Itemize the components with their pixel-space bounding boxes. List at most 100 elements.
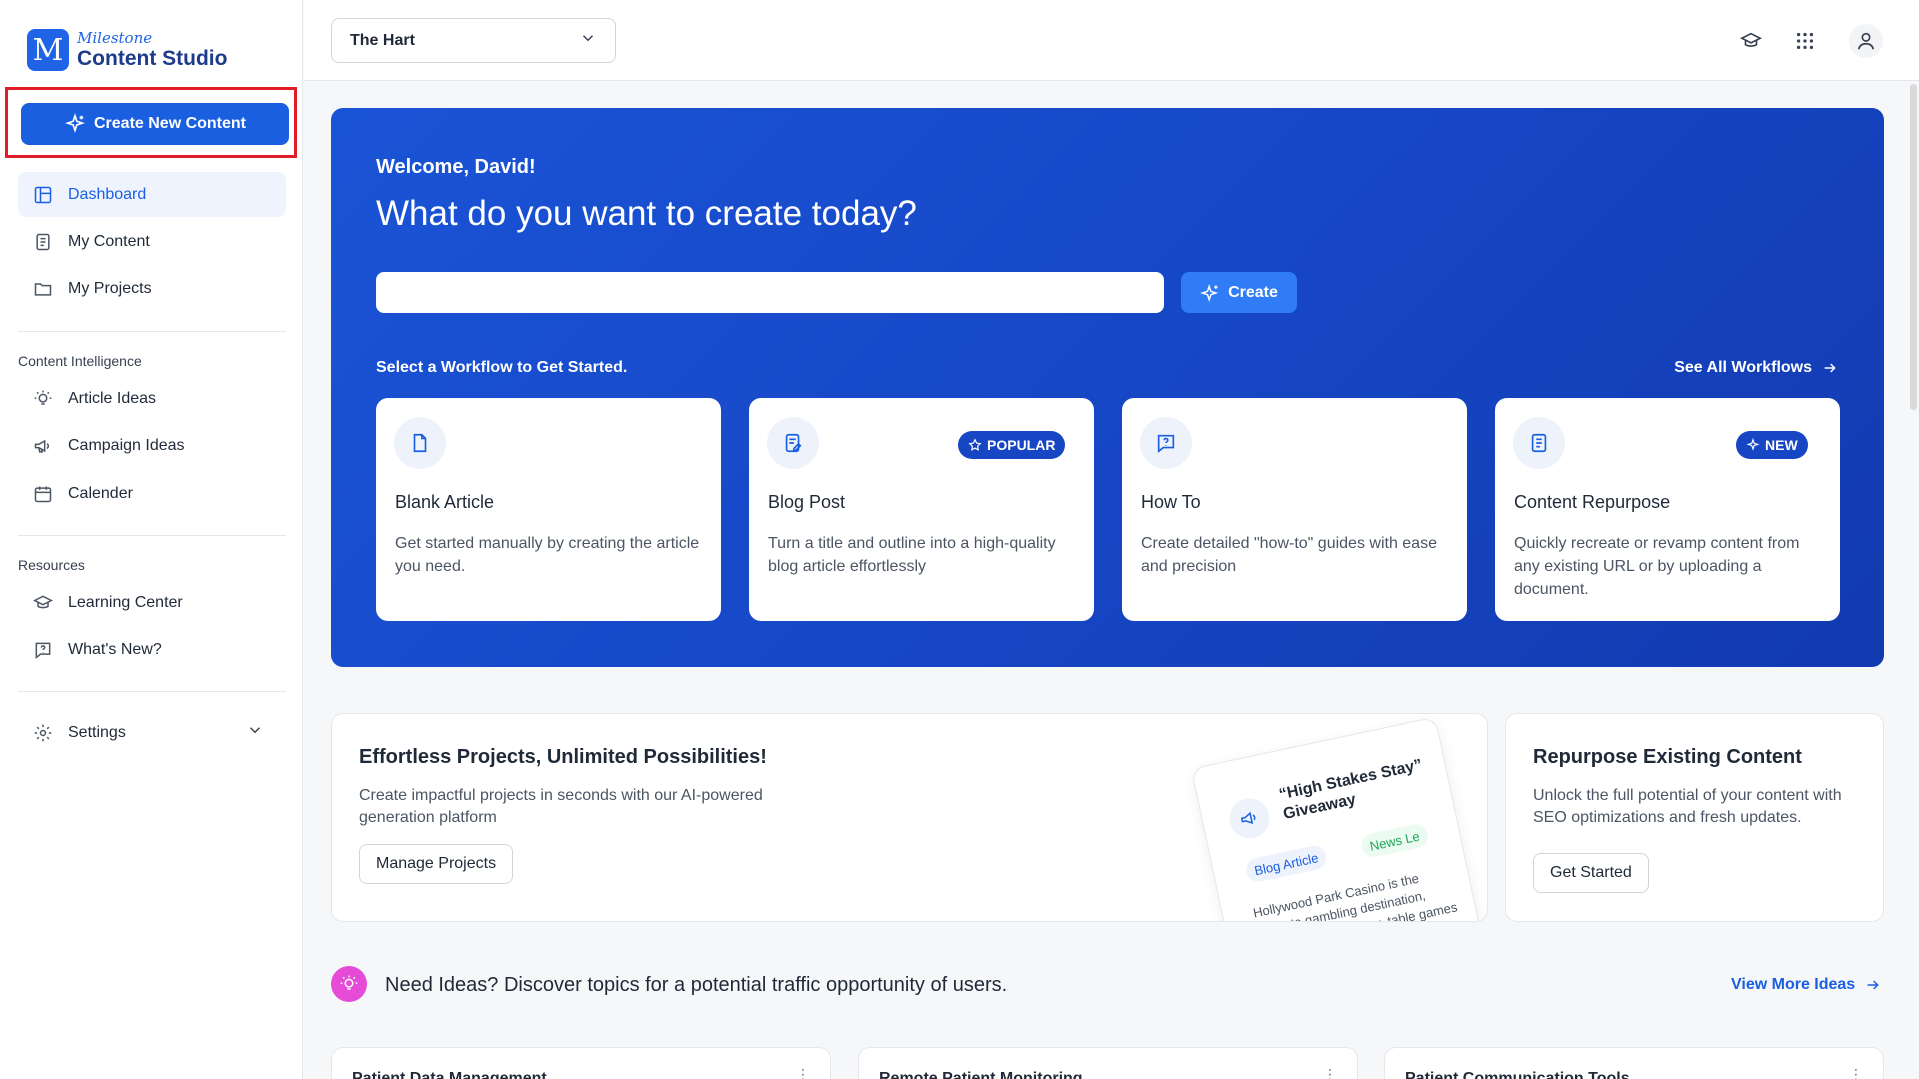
sidebar-item-settings[interactable]: Settings <box>18 710 286 755</box>
sidebar-item-label: Calender <box>68 484 133 502</box>
workflow-description: Create detailed "how-to" guides with eas… <box>1141 535 1437 575</box>
brand-logo[interactable]: M Milestone Content Studio <box>27 29 227 71</box>
arrow-right-icon <box>1824 363 1836 373</box>
sidebar-item-label: Article Ideas <box>68 389 157 407</box>
workflow-card-blog-post[interactable]: POPULAR Blog Post Turn a title and outli… <box>749 398 1094 621</box>
section-label-resources: Resources <box>18 557 85 573</box>
prompt-input[interactable] <box>376 272 1164 313</box>
gear-icon <box>32 722 54 744</box>
graduation-cap-icon[interactable] <box>1734 24 1768 58</box>
sidebar: M Milestone Content Studio Create New Co… <box>0 0 303 1079</box>
preview-article-card: “High Stakes Stay” Giveaway Blog Article… <box>1190 716 1484 921</box>
megaphone-icon <box>32 435 54 457</box>
sidebar-item-dashboard[interactable]: Dashboard <box>18 172 286 217</box>
document-icon <box>32 231 54 253</box>
page-scrollbar[interactable] <box>1910 84 1917 410</box>
question-bubble-icon <box>32 639 54 661</box>
idea-title: Patient Data Management <box>352 1070 547 1079</box>
sparkle-icon <box>1746 438 1760 451</box>
chevron-down-icon <box>579 29 597 52</box>
idea-title: Patient Communication Tools <box>1405 1070 1630 1079</box>
workflow-description: Turn a title and outline into a high-qua… <box>768 535 1056 575</box>
user-avatar-icon[interactable] <box>1849 24 1883 58</box>
get-started-button[interactable]: Get Started <box>1533 853 1649 893</box>
sidebar-item-learning-center[interactable]: Learning Center <box>18 580 286 625</box>
layout-icon <box>32 184 54 206</box>
document-icon <box>1513 417 1565 469</box>
more-icon[interactable]: ⋮ <box>1849 1066 1863 1079</box>
hero-banner: Welcome, David! What do you want to crea… <box>331 108 1884 667</box>
view-more-ideas-link[interactable]: View More Ideas <box>1731 976 1881 994</box>
badge-label: NEW <box>1765 437 1798 453</box>
see-all-workflows-label: See All Workflows <box>1674 359 1812 376</box>
manage-projects-label: Manage Projects <box>376 855 497 872</box>
site-select-value: The Hart <box>350 31 415 49</box>
get-started-label: Get Started <box>1550 864 1632 881</box>
highlight-box: Create New Content <box>5 87 297 158</box>
file-icon <box>394 417 446 469</box>
see-all-workflows-link[interactable]: See All Workflows <box>1674 359 1838 377</box>
milestone-logo-icon: M <box>27 29 69 71</box>
repurpose-description: Unlock the full potential of your conten… <box>1533 787 1842 826</box>
section-label-content-intelligence: Content Intelligence <box>18 353 142 369</box>
sparkle-icon <box>65 113 85 134</box>
workflow-card-blank-article[interactable]: Blank Article Get started manually by cr… <box>376 398 721 621</box>
idea-card[interactable]: Patient Communication Tools ⋮ <box>1384 1047 1884 1079</box>
promo-title: Effortless Projects, Unlimited Possibili… <box>359 746 767 768</box>
apps-grid-icon[interactable] <box>1788 24 1822 58</box>
idea-card[interactable]: Remote Patient Monitoring ⋮ <box>858 1047 1358 1079</box>
workflow-description: Quickly recreate or revamp content from … <box>1514 535 1800 598</box>
workflow-title: Blog Post <box>768 492 846 512</box>
view-more-ideas-label: View More Ideas <box>1731 976 1856 993</box>
question-bubble-icon <box>1140 417 1192 469</box>
more-icon[interactable]: ⋮ <box>1323 1066 1337 1079</box>
new-badge: NEW <box>1736 431 1808 459</box>
workflow-title: Blank Article <box>395 492 495 512</box>
sidebar-item-label: My Projects <box>68 279 152 297</box>
sidebar-item-label: Settings <box>68 723 126 741</box>
workflow-card-how-to[interactable]: How To Create detailed "how-to" guides w… <box>1122 398 1467 621</box>
more-icon[interactable]: ⋮ <box>796 1066 810 1079</box>
sidebar-item-label: Campaign Ideas <box>68 436 185 454</box>
sidebar-item-label: Learning Center <box>68 593 183 611</box>
repurpose-title: Repurpose Existing Content <box>1533 746 1802 768</box>
repurpose-card: Repurpose Existing Content Unlock the fu… <box>1505 713 1884 922</box>
lightbulb-icon <box>32 388 54 410</box>
sidebar-item-campaign-ideas[interactable]: Campaign Ideas <box>18 423 286 468</box>
preview-title: “High Stakes Stay” Giveaway <box>1277 756 1424 824</box>
sidebar-item-my-projects[interactable]: My Projects <box>18 266 286 311</box>
ideas-headline: Need Ideas? Discover topics for a potent… <box>385 974 1008 996</box>
folder-icon <box>32 278 54 300</box>
sidebar-divider <box>18 331 286 332</box>
workflow-card-content-repurpose[interactable]: NEW Content Repurpose Quickly recreate o… <box>1495 398 1840 621</box>
hero-title: What do you want to create today? <box>376 194 917 233</box>
welcome-text: Welcome, David! <box>376 156 536 178</box>
megaphone-icon <box>1225 794 1274 843</box>
calendar-icon <box>32 483 54 505</box>
sidebar-item-label: What's New? <box>68 640 162 658</box>
graduation-cap-icon <box>32 592 54 614</box>
topbar: The Hart <box>304 0 1919 81</box>
idea-card[interactable]: Patient Data Management ⋮ <box>331 1047 831 1079</box>
popular-badge: POPULAR <box>958 431 1066 459</box>
manage-projects-button[interactable]: Manage Projects <box>359 844 514 884</box>
create-new-content-button[interactable]: Create New Content <box>21 103 289 145</box>
workflow-title: Content Repurpose <box>1514 492 1671 512</box>
edit-document-icon <box>767 417 819 469</box>
workflow-title: How To <box>1141 492 1201 512</box>
sidebar-item-calender[interactable]: Calender <box>18 471 286 516</box>
sidebar-item-whats-new[interactable]: What's New? <box>18 627 286 672</box>
badge-label: POPULAR <box>987 437 1056 453</box>
chevron-down-icon[interactable] <box>246 721 264 744</box>
workflow-subtitle: Select a Workflow to Get Started. <box>376 359 628 376</box>
sidebar-item-my-content[interactable]: My Content <box>18 219 286 264</box>
site-select[interactable]: The Hart <box>331 18 616 63</box>
create-button-label: Create <box>1228 283 1278 301</box>
star-icon <box>968 438 982 451</box>
news-tag: News Le <box>1359 822 1430 860</box>
lightbulb-icon <box>331 966 367 1002</box>
create-button[interactable]: Create <box>1181 272 1297 313</box>
sidebar-divider <box>18 535 286 536</box>
sidebar-item-article-ideas[interactable]: Article Ideas <box>18 376 286 421</box>
promo-description: Create impactful projects in seconds wit… <box>359 787 763 826</box>
